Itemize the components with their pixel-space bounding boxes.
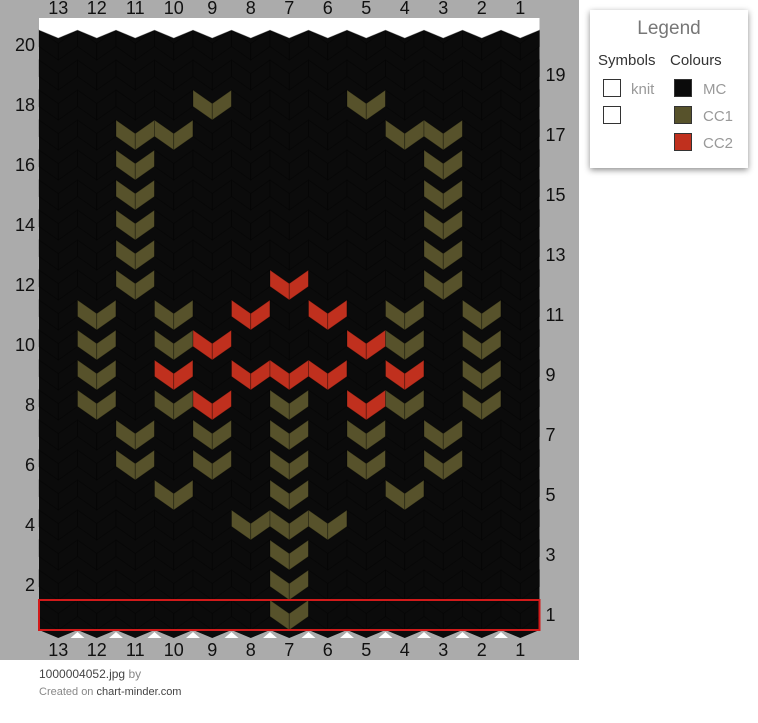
column-number-bottom: 11	[126, 640, 145, 660]
column-number-top: 12	[87, 0, 107, 18]
column-number-top: 10	[164, 0, 184, 18]
column-number-top: 3	[438, 0, 448, 18]
column-number-bottom: 7	[284, 640, 294, 660]
column-number-bottom: 6	[323, 640, 333, 660]
knit-symbol-label: knit	[631, 81, 655, 98]
knit-symbol-box	[603, 79, 621, 97]
column-number-bottom: 12	[87, 640, 107, 660]
column-number-bottom: 1	[515, 640, 525, 660]
symbols-header: Symbols	[598, 52, 656, 69]
cast-on-marker	[455, 632, 470, 638]
footer: 1000004052.jpg by Created on chart-minde…	[39, 667, 181, 698]
cc1-swatch	[674, 106, 692, 124]
footer-filename: 1000004052.jpg	[39, 667, 126, 681]
legend-title: Legend	[637, 18, 701, 39]
chart-panel: 13 13 12 12 11 11 10 10 9 9 8 8 7 7 6 6 5 5 4 4 3 3 2 2 1 1 20 18 16…	[0, 0, 579, 660]
column-number-bottom: 9	[207, 640, 217, 660]
column-number-bottom: 13	[48, 640, 68, 660]
mc-swatch	[674, 79, 692, 97]
column-number-bottom: 2	[477, 640, 487, 660]
row-number-right: 19	[546, 65, 566, 85]
cast-on-marker	[70, 632, 85, 638]
column-number-top: 8	[246, 0, 256, 18]
cast-on-marker	[494, 632, 508, 638]
row-number-right: 5	[546, 485, 556, 505]
row-number-right: 13	[546, 245, 566, 265]
column-number-top: 4	[400, 0, 410, 18]
row-number-right: 15	[546, 185, 566, 205]
column-number-top: 5	[361, 0, 371, 18]
column-number-bottom: 8	[246, 640, 256, 660]
cast-on-marker	[340, 632, 354, 638]
cc1-label: CC1	[703, 108, 734, 125]
row-number-left: 12	[15, 275, 35, 295]
cast-on-marker	[417, 632, 431, 638]
row-number-right: 7	[546, 425, 556, 445]
cast-on-marker	[186, 632, 200, 638]
row-number-left: 8	[25, 395, 35, 415]
footer-created-on: Created on	[39, 686, 94, 698]
column-number-top: 1	[515, 0, 525, 18]
column-number-bottom: 4	[400, 640, 410, 660]
row-number-left: 10	[15, 335, 35, 355]
row-number-right: 17	[546, 125, 566, 145]
cast-on-marker	[109, 632, 123, 638]
colours-header: Colours	[670, 52, 722, 69]
column-number-top: 6	[323, 0, 333, 18]
cc2-label: CC2	[703, 135, 734, 152]
row-number-left: 2	[25, 575, 35, 595]
column-number-top: 13	[48, 0, 68, 18]
column-number-top: 9	[207, 0, 217, 18]
cast-on-marker	[263, 632, 277, 638]
column-number-top: 7	[284, 0, 294, 18]
row-number-right: 9	[546, 365, 556, 385]
cast-on-marker	[147, 632, 162, 638]
cast-on-marker	[224, 632, 239, 638]
column-number-top: 2	[477, 0, 487, 18]
cast-on-marker	[378, 632, 393, 638]
cast-on-marker	[301, 632, 316, 638]
row-number-left: 14	[15, 215, 35, 235]
cc2-swatch	[674, 133, 692, 151]
row-number-left: 6	[25, 455, 35, 475]
row-number-right: 1	[546, 605, 556, 625]
row-number-right: 3	[546, 545, 556, 565]
blank-symbol-box	[603, 106, 621, 124]
mc-label: MC	[703, 81, 727, 98]
footer-by: by	[128, 667, 142, 681]
row-number-left: 20	[15, 35, 35, 55]
footer-site-link[interactable]: chart-minder.com	[97, 686, 182, 698]
legend-panel: Legend Symbols Colours knit MC CC1 CC2	[590, 10, 748, 168]
knitting-chart: 1313121211111010998877665544332211201816…	[15, 0, 566, 660]
column-number-bottom: 5	[361, 640, 371, 660]
column-number-bottom: 3	[438, 640, 448, 660]
row-number-right: 11	[546, 305, 565, 325]
column-number-bottom: 10	[164, 640, 184, 660]
column-number-top: 11	[126, 0, 145, 18]
row-number-left: 18	[15, 95, 35, 115]
row-number-left: 16	[15, 155, 35, 175]
row-number-left: 4	[25, 515, 35, 535]
